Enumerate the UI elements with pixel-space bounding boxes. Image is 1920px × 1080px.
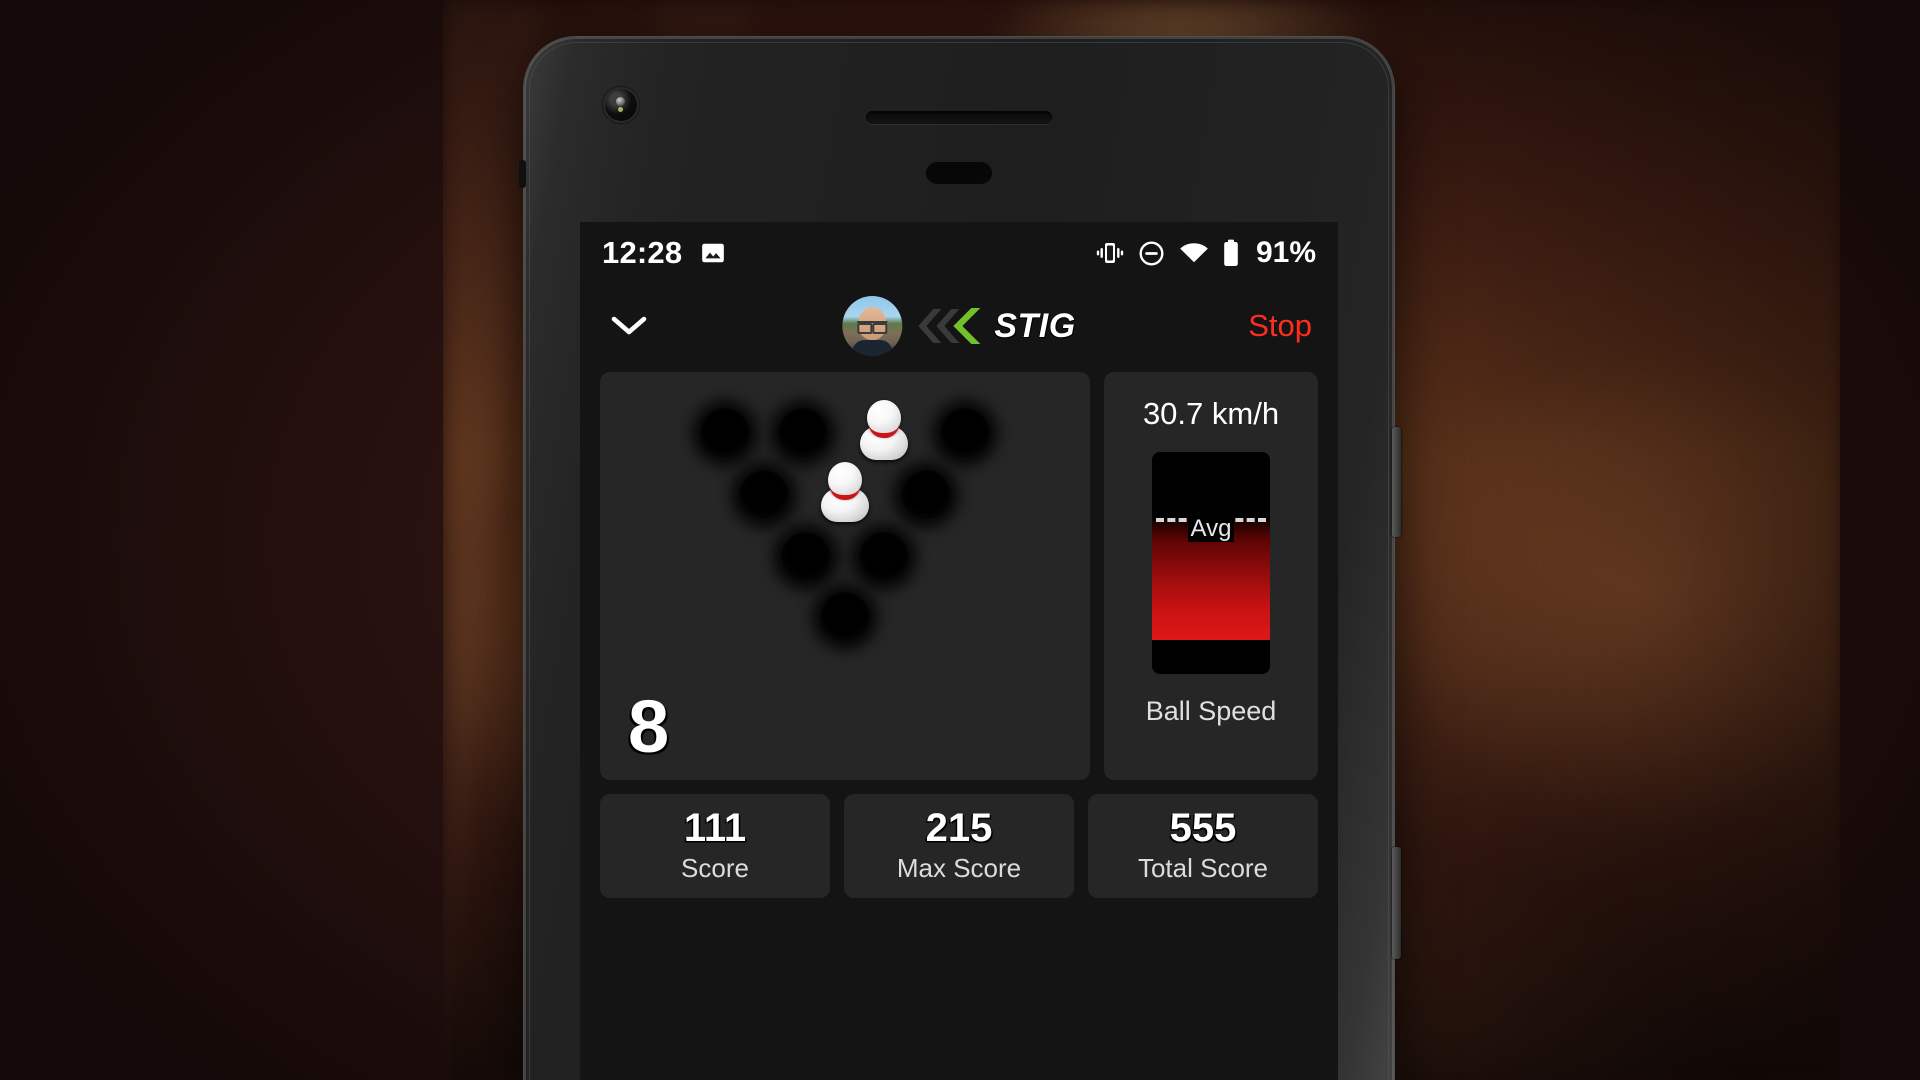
pin-knocked-down [820, 592, 870, 642]
stat-card: 555 Total Score [1088, 794, 1318, 898]
pin-row [700, 400, 990, 460]
status-bar-system-icons: 91% [1096, 236, 1316, 270]
front-camera-icon [603, 87, 639, 123]
status-bar-clock: 12:28 [602, 235, 683, 270]
wifi-icon [1180, 243, 1208, 263]
pin-knocked-down [859, 532, 909, 582]
pin-deck-card: 8 [600, 372, 1090, 780]
brand-name: STIG [994, 306, 1076, 345]
image-icon [702, 243, 725, 263]
pin-knocked-down [901, 470, 951, 520]
main-content: 8 30.7 km/h Avg Ball Speed 111 Score 215 Ma… [580, 368, 1338, 898]
ball-speed-caption: Ball Speed [1145, 696, 1277, 726]
pin-knocked-down [700, 408, 750, 458]
ball-speed-card: 30.7 km/h Avg Ball Speed [1104, 372, 1318, 780]
pin-knocked-down [940, 408, 990, 458]
phone-screen: 12:28 91% STIG Stop 8 30.7 km/h Avg Ball… [580, 222, 1338, 1080]
triple-chevron-left-logo-icon [914, 306, 982, 346]
top-row: 8 30.7 km/h Avg Ball Speed [600, 372, 1318, 780]
pin-knocked-down [778, 408, 828, 458]
ball-speed-gauge: Avg [1152, 452, 1270, 674]
do-not-disturb-icon [1139, 241, 1164, 265]
stat-label: Score [681, 853, 749, 883]
battery-icon [1224, 239, 1238, 266]
pin-standing [856, 400, 912, 460]
proximity-sensor [926, 162, 992, 184]
stat-label: Max Score [896, 853, 1022, 883]
stat-value: 111 [683, 806, 747, 850]
status-bar-notification-icons [700, 240, 726, 266]
pin-row [820, 592, 870, 642]
stat-value: 555 [1169, 806, 1237, 850]
avatar[interactable] [842, 296, 903, 356]
stat-value: 215 [925, 806, 993, 850]
vibrate-icon [1096, 243, 1124, 263]
pin-knocked-down [739, 470, 789, 520]
volume-button[interactable] [1392, 847, 1401, 959]
ball-speed-value: 30.7 km/h [1142, 396, 1280, 431]
pin-deck [600, 400, 1090, 642]
battery-percent-label: 91% [1255, 236, 1316, 269]
pin-row [739, 462, 951, 522]
power-button[interactable] [1392, 427, 1401, 537]
earpiece-speaker [866, 111, 1052, 124]
pin-knocked-down [781, 532, 831, 582]
status-bar: 12:28 91% [580, 222, 1338, 284]
brand-block: STIG [842, 296, 1075, 356]
phone-left-nub [519, 160, 526, 188]
stats-row: 111 Score 215 Max Score 555 Total Score [600, 794, 1318, 898]
knocked-pin-count: 8 [628, 685, 670, 768]
chevron-down-icon[interactable] [606, 303, 652, 349]
stat-label: Total Score [1137, 853, 1269, 883]
gauge-average-label: Avg [1152, 515, 1270, 543]
stop-button[interactable]: Stop [1248, 308, 1312, 344]
app-header: STIG Stop [580, 284, 1338, 368]
stat-card: 111 Score [600, 794, 830, 898]
phone-device: 12:28 91% STIG Stop 8 30.7 km/h Avg Ball… [519, 37, 1401, 1080]
stat-card: 215 Max Score [844, 794, 1074, 898]
pin-standing [817, 462, 873, 522]
pin-row [781, 532, 909, 582]
